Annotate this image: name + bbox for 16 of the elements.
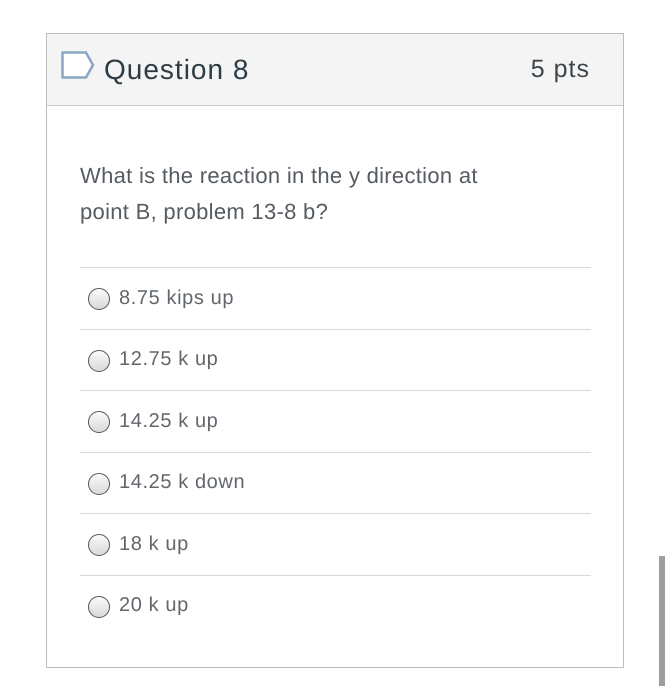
points-label: 5 pts	[530, 55, 590, 84]
answer-option[interactable]: 8.75 kips up	[80, 267, 591, 328]
radio-button[interactable]	[88, 411, 110, 434]
radio-button[interactable]	[88, 596, 110, 618]
answer-option[interactable]: 14.25 k down	[80, 452, 591, 513]
answer-option[interactable]: 14.25 k up	[80, 390, 591, 452]
answer-option[interactable]: 12.75 k up	[80, 328, 591, 390]
radio-button[interactable]	[88, 534, 110, 556]
answer-option[interactable]: 20 k up	[80, 574, 591, 636]
answer-option[interactable]: 18 k up	[80, 513, 591, 574]
question-text: What is the reaction in the y direction at point B, problem 13-8 b?	[80, 162, 479, 226]
radio-button[interactable]	[88, 350, 110, 372]
radio-button[interactable]	[88, 472, 110, 495]
radio-button[interactable]	[88, 288, 110, 310]
scrollbar-thumb[interactable]	[659, 556, 665, 686]
question-title: Question 8	[104, 54, 250, 86]
